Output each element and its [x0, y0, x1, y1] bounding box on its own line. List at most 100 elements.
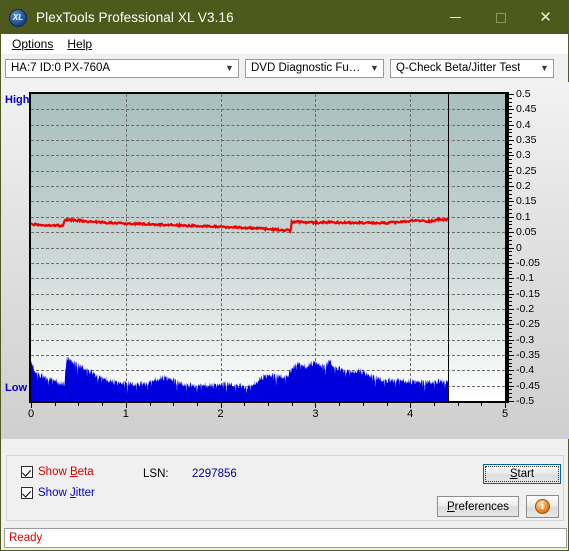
y-axis-minor-tick: [509, 377, 512, 379]
x-axis-tick-label: 2: [217, 408, 224, 420]
menu-options-label: Options: [12, 37, 54, 51]
y-axis-minor-tick: [509, 136, 512, 138]
y-axis-minor-tick: [509, 366, 512, 368]
y-axis-minor-tick: [509, 266, 512, 268]
preferences-button-label: Preferences: [446, 500, 509, 513]
x-axis-minor-tick: [386, 403, 388, 406]
preferences-button[interactable]: Preferences: [437, 496, 519, 517]
function-select[interactable]: DVD Diagnostic Functions ▼: [245, 58, 384, 78]
beta-jitter-plot: [29, 92, 507, 403]
show-jitter-checkbox[interactable]: Show Jitter: [21, 487, 95, 499]
y-axis-minor-tick: [509, 285, 512, 287]
y-axis-minor-tick: [509, 201, 512, 203]
x-axis-tick-label: 4: [407, 408, 414, 420]
y-axis-minor-tick: [509, 128, 512, 130]
y-axis-minor-tick: [509, 224, 512, 226]
status-bar: Ready: [4, 528, 567, 548]
y-axis-minor-tick: [509, 308, 512, 310]
toolbar: HA:7 ID:0 PX-760A ▼ DVD Diagnostic Funct…: [1, 54, 568, 82]
y-axis-minor-tick: [509, 259, 512, 260]
y-axis-tick-label: -0.05: [516, 256, 540, 269]
lsn-label: LSN:: [143, 468, 169, 480]
y-axis-minor-tick: [509, 262, 512, 264]
function-select-value: DVD Diagnostic Functions: [251, 62, 366, 74]
y-axis-minor-tick: [509, 209, 512, 211]
y-axis-minor-tick: [509, 120, 512, 122]
show-beta-label: Show Beta: [38, 466, 94, 478]
y-axis-minor-tick: [509, 212, 512, 214]
x-axis-minor-tick: [315, 403, 317, 406]
y-axis-minor-tick: [509, 347, 512, 349]
y-axis-minor-tick: [509, 216, 512, 218]
x-axis-minor-tick: [173, 403, 175, 406]
controls-group: Show Beta Show Jitter LSN: 2297856 Start…: [6, 455, 564, 521]
x-axis-minor-tick: [125, 403, 127, 406]
show-beta-checkbox[interactable]: Show Beta: [21, 466, 94, 478]
y-axis-minor-tick: [509, 155, 512, 157]
y-axis-minor-tick: [509, 389, 512, 391]
start-button[interactable]: Start: [483, 464, 561, 484]
y-axis-tick-label: -0.35: [516, 348, 540, 361]
close-button[interactable]: ✕: [523, 1, 568, 34]
minimize-button[interactable]: [433, 1, 478, 34]
x-axis-minor-tick: [102, 403, 104, 406]
y-axis-tick-label: -0.15: [516, 287, 540, 300]
y-axis-minor-tick: [509, 147, 512, 149]
y-axis-minor-tick: [509, 105, 512, 107]
x-axis-tick-label: 1: [122, 408, 129, 420]
status-text: Ready: [9, 532, 43, 544]
y-axis-tick-label: 0.05: [516, 226, 537, 239]
y-axis-minor-tick: [509, 331, 512, 333]
y-axis-minor-tick: [509, 381, 512, 383]
chart-traces: [31, 216, 449, 401]
y-axis-minor-tick: [509, 305, 512, 307]
y-axis-minor-tick: [509, 235, 512, 237]
maximize-button[interactable]: [478, 1, 523, 34]
y-axis-tick-label: 0.2: [516, 180, 531, 193]
y-axis-minor-tick: [509, 189, 512, 191]
y-axis-tick-label: -0.25: [516, 318, 540, 331]
y-axis-minor-tick: [509, 140, 512, 142]
y-axis-tick-label: 0.15: [516, 195, 537, 208]
info-button[interactable]: i: [526, 495, 559, 518]
x-axis-labels: 0 1 2 3 4 5: [1, 408, 569, 428]
menu-help-label: Help: [67, 37, 93, 51]
test-select[interactable]: Q-Check Beta/Jitter Test ▼: [390, 58, 554, 78]
y-axis-minor-tick: [509, 132, 512, 134]
window-buttons: ✕: [433, 1, 568, 34]
drive-select[interactable]: HA:7 ID:0 PX-760A ▼: [5, 58, 239, 78]
x-axis-minor-tick: [244, 403, 246, 406]
chart-high-label: High: [5, 94, 30, 106]
y-axis-minor-tick: [509, 397, 512, 399]
y-axis-tick-label: -0.4: [516, 364, 535, 377]
y-axis-minor-tick: [509, 101, 512, 103]
checkbox-icon: [21, 487, 33, 499]
minimize-icon: [450, 17, 461, 18]
menu-item-help[interactable]: Help: [62, 35, 101, 53]
y-axis-minor-tick: [509, 278, 512, 280]
y-axis-minor-tick: [509, 324, 512, 326]
y-axis-minor-tick: [509, 297, 512, 299]
jitter-series-path: [31, 355, 449, 401]
y-axis-tick-label: 0.5: [516, 88, 531, 100]
y-axis-minor-tick: [509, 174, 512, 176]
y-axis-minor-tick: [509, 113, 512, 115]
y-axis-minor-tick: [509, 94, 512, 95]
y-axis-minor-tick: [509, 320, 512, 322]
y-axis-minor-tick: [509, 374, 512, 376]
x-axis-minor-tick: [433, 403, 435, 406]
y-axis-minor-tick: [509, 186, 512, 188]
y-axis-minor-tick: [509, 362, 512, 364]
y-axis-tick-label: 0.35: [516, 134, 537, 147]
start-button-label: Start: [509, 468, 535, 480]
x-axis-minor-tick: [31, 403, 32, 406]
y-axis-tick-label: 0.45: [516, 103, 537, 116]
y-axis-minor-tick: [509, 255, 512, 257]
y-axis-minor-tick: [509, 151, 512, 153]
y-axis-minor-tick: [509, 339, 512, 341]
menu-item-options[interactable]: Options: [7, 35, 62, 53]
y-axis-minor-tick: [509, 193, 512, 195]
y-axis-minor-tick: [509, 124, 512, 126]
app-logo-icon: XL: [9, 8, 27, 27]
chart-panel: High Low 0.5 0.45 0.4 0.35 0.3 0.25 0.2 0.15 0.1…: [1, 82, 569, 439]
